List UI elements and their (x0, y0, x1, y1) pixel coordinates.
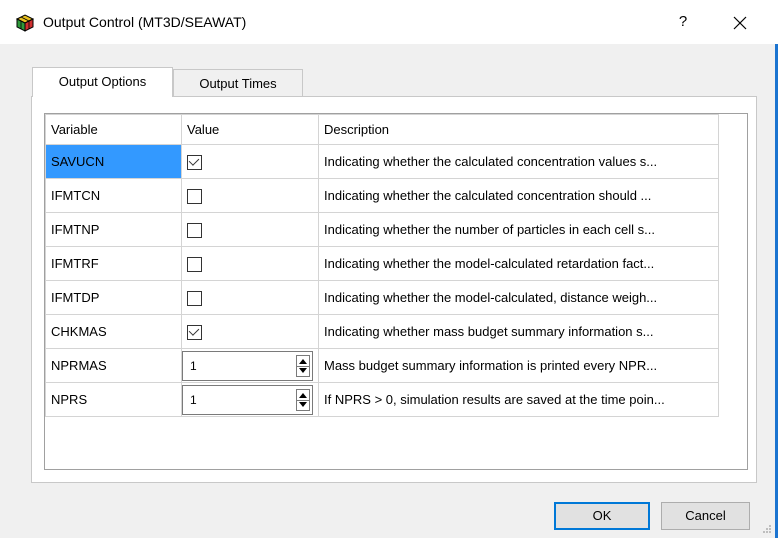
value-cell[interactable] (181, 144, 319, 179)
description-cell: Indicating whether mass budget summary i… (318, 314, 719, 349)
cancel-button[interactable]: Cancel (661, 502, 750, 530)
ifmtdp-checkbox[interactable] (187, 290, 202, 306)
spin-up-icon[interactable] (299, 392, 307, 398)
tab-output-times[interactable]: Output Times (173, 69, 303, 97)
column-header-value[interactable]: Value (181, 114, 319, 145)
ok-button[interactable]: OK (554, 502, 650, 530)
table-row[interactable]: NPRMAS 1 Mass budget summary information… (45, 348, 719, 383)
grid-header-row: Variable Value Description (45, 114, 719, 145)
table-row[interactable]: IFMTNP Indicating whether the number of … (45, 212, 719, 247)
value-cell[interactable]: 1 (181, 382, 319, 417)
table-row[interactable]: CHKMAS Indicating whether mass budget su… (45, 314, 719, 349)
variable-cell[interactable]: IFMTNP (45, 212, 182, 247)
table-row[interactable]: SAVUCN Indicating whether the calculated… (45, 144, 719, 179)
column-header-description[interactable]: Description (318, 114, 719, 145)
savucn-checkbox[interactable] (187, 154, 202, 170)
variable-cell[interactable]: NPRS (45, 382, 182, 417)
close-button[interactable] (720, 8, 760, 36)
output-control-dialog: Output Control (MT3D/SEAWAT) ? Output Op… (0, 0, 778, 538)
description-cell: Indicating whether the model-calculated … (318, 246, 719, 281)
window-title: Output Control (MT3D/SEAWAT) (43, 14, 247, 30)
table-row[interactable]: NPRS 1 If NPRS > 0, simulation results a… (45, 382, 719, 417)
description-cell: If NPRS > 0, simulation results are save… (318, 382, 719, 417)
table-row[interactable]: IFMTCN Indicating whether the calculated… (45, 178, 719, 213)
ifmtnp-checkbox[interactable] (187, 222, 202, 238)
ifmtcn-checkbox[interactable] (187, 188, 202, 204)
spin-down-icon[interactable] (299, 401, 307, 407)
description-cell: Indicating whether the calculated concen… (318, 144, 719, 179)
variable-cell[interactable]: IFMTDP (45, 280, 182, 315)
spin-down-icon[interactable] (299, 367, 307, 373)
resize-grip-icon[interactable] (762, 524, 772, 534)
description-cell: Indicating whether the calculated concen… (318, 178, 719, 213)
variable-cell[interactable]: CHKMAS (45, 314, 182, 349)
nprs-value[interactable]: 1 (190, 393, 197, 407)
variable-cell[interactable]: IFMTCN (45, 178, 182, 213)
chkmas-checkbox[interactable] (187, 324, 202, 340)
description-cell: Mass budget summary information is print… (318, 348, 719, 383)
variable-cell[interactable]: NPRMAS (45, 348, 182, 383)
nprmas-value[interactable]: 1 (190, 359, 197, 373)
tab-output-options[interactable]: Output Options (32, 67, 173, 97)
spinner-buttons[interactable] (296, 388, 310, 411)
title-bar: Output Control (MT3D/SEAWAT) ? (0, 0, 778, 44)
value-cell[interactable] (181, 212, 319, 247)
value-cell[interactable] (181, 280, 319, 315)
help-button[interactable]: ? (668, 10, 698, 34)
variable-cell[interactable]: IFMTRF (45, 246, 182, 281)
nprs-spinner[interactable]: 1 (182, 384, 313, 415)
ifmtrf-checkbox[interactable] (187, 256, 202, 272)
grid-app-icon (15, 14, 35, 32)
value-cell[interactable] (181, 314, 319, 349)
table-row[interactable]: IFMTDP Indicating whether the model-calc… (45, 280, 719, 315)
value-cell[interactable]: 1 (181, 348, 319, 383)
variables-grid: Variable Value Description SAVUCN Indica… (44, 113, 748, 470)
spinner-buttons[interactable] (296, 354, 310, 377)
column-header-variable[interactable]: Variable (45, 114, 182, 145)
value-cell[interactable] (181, 246, 319, 281)
close-icon (733, 16, 747, 30)
table-row[interactable]: IFMTRF Indicating whether the model-calc… (45, 246, 719, 281)
description-cell: Indicating whether the number of particl… (318, 212, 719, 247)
variable-cell[interactable]: SAVUCN (45, 144, 182, 179)
description-cell: Indicating whether the model-calculated,… (318, 280, 719, 315)
spin-up-icon[interactable] (299, 358, 307, 364)
nprmas-spinner[interactable]: 1 (182, 350, 313, 381)
value-cell[interactable] (181, 178, 319, 213)
